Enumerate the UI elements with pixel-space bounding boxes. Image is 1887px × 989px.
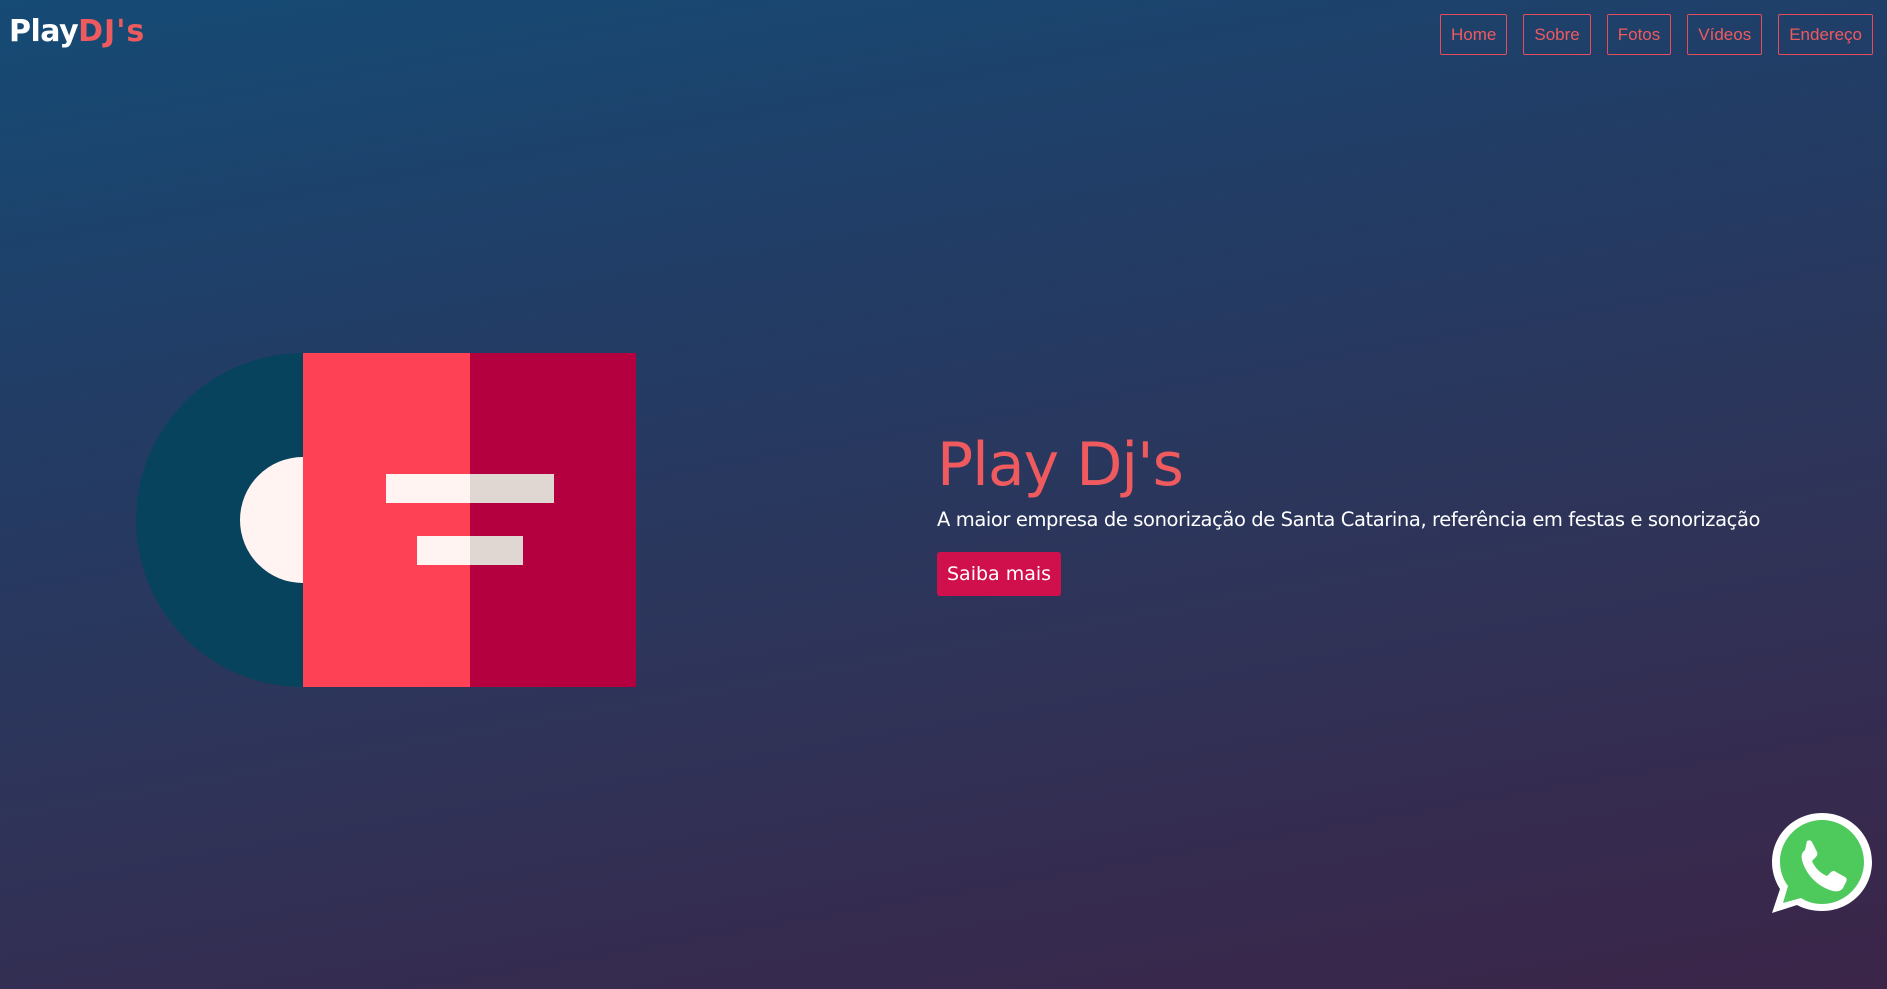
main-nav: Home Sobre Fotos Vídeos Endereço <box>1440 14 1873 55</box>
nav-home-button[interactable]: Home <box>1440 14 1508 55</box>
hero-section: Play Dj's A maior empresa de sonorização… <box>937 430 1837 596</box>
sleeve-right-panel <box>470 353 636 687</box>
whatsapp-icon[interactable] <box>1770 811 1874 915</box>
nav-sobre-button[interactable]: Sobre <box>1523 14 1591 55</box>
sleeve-left-panel <box>303 353 470 687</box>
nav-endereco-button[interactable]: Endereço <box>1778 14 1873 55</box>
vinyl-record-illustration <box>136 353 636 687</box>
sleeve-bar-top-left <box>386 474 470 503</box>
hero-title: Play Dj's <box>937 430 1184 500</box>
sleeve-bar-top-right <box>470 474 554 503</box>
saiba-mais-button[interactable]: Saiba mais <box>937 552 1062 596</box>
site-header: PlayDJ's Home Sobre Fotos Vídeos Endereç… <box>0 0 1887 72</box>
logo-text-djs: DJ's <box>78 14 146 49</box>
logo-text-play: Play <box>9 14 79 49</box>
sleeve-bar-bottom-left <box>417 536 470 565</box>
sleeve-bar-bottom-right <box>470 536 523 565</box>
nav-fotos-button[interactable]: Fotos <box>1606 14 1672 55</box>
hero-subtitle: A maior empresa de sonorização de Santa … <box>937 508 1761 531</box>
site-logo[interactable]: PlayDJ's <box>9 14 145 49</box>
nav-videos-button[interactable]: Vídeos <box>1687 14 1763 55</box>
